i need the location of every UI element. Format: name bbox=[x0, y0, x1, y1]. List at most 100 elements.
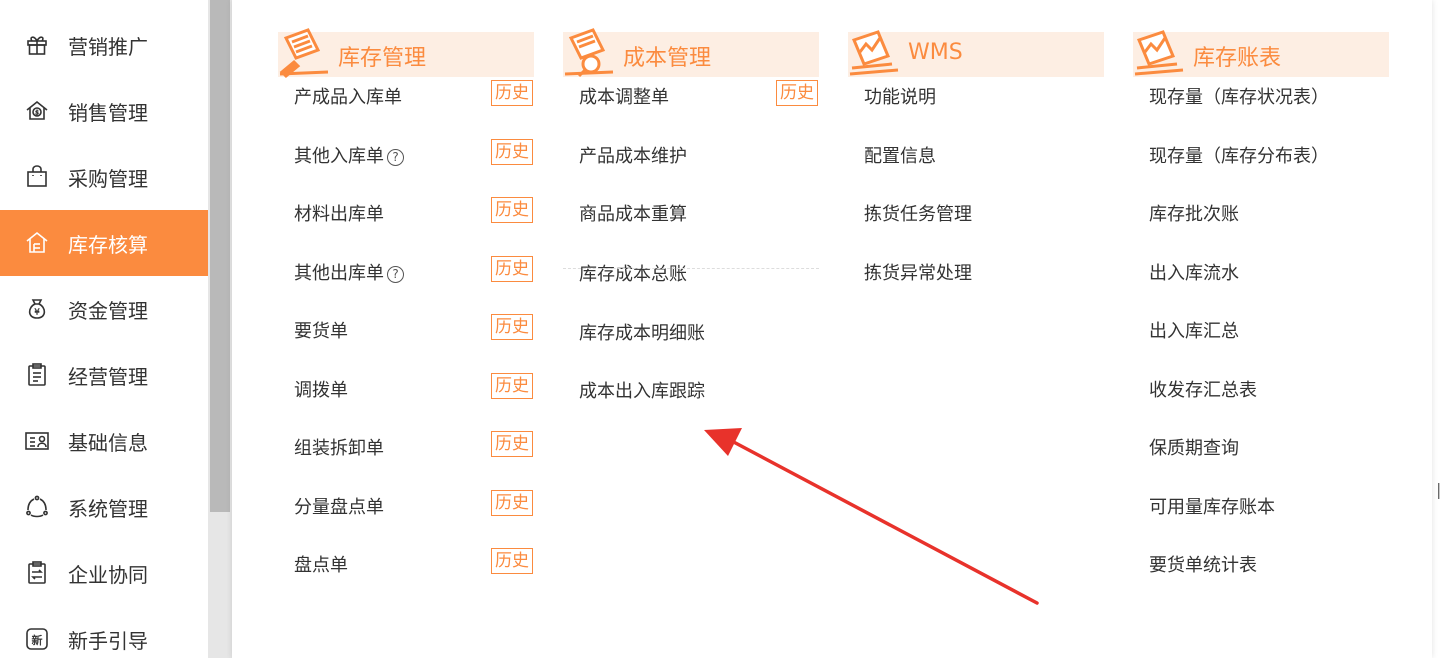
id-card-icon bbox=[24, 428, 50, 454]
menu-item-label: 产成品入库单 bbox=[294, 83, 402, 109]
menu-item-text: 收发存汇总表 bbox=[1149, 379, 1257, 401]
menu-item-label: 保质期查询 bbox=[1149, 434, 1239, 460]
menu-item-label: 分量盘点单 bbox=[294, 493, 384, 519]
menu-item[interactable]: 其他出库单? 历史 bbox=[278, 250, 534, 290]
sidebar-item-9[interactable]: 新 新手引导 bbox=[0, 606, 208, 658]
menu-item-text: 要货单 bbox=[294, 321, 348, 342]
sidebar-item-label: 新手引导 bbox=[68, 628, 148, 653]
menu-item-text: 盘点单 bbox=[294, 555, 348, 576]
history-button[interactable]: 历史 bbox=[491, 489, 533, 516]
svg-text:¥: ¥ bbox=[34, 308, 39, 317]
menu-item-label: 其他出库单? bbox=[294, 259, 404, 285]
history-button[interactable]: 历史 bbox=[491, 314, 533, 340]
sidebar-item-label: 基础信息 bbox=[68, 430, 148, 455]
svg-text:$: $ bbox=[35, 110, 39, 117]
menu-item-text: 出入库流水 bbox=[1149, 262, 1239, 284]
history-button[interactable]: 历史 bbox=[491, 138, 533, 165]
sidebar-item-1[interactable]: $ 销售管理 bbox=[0, 78, 208, 144]
menu-item[interactable]: 现存量（库存状况表） bbox=[1133, 74, 1389, 114]
menu-item[interactable]: 分量盘点单 历史 bbox=[278, 484, 534, 524]
menu-item[interactable]: 现存量（库存分布表） bbox=[1133, 133, 1389, 173]
help-icon[interactable]: ? bbox=[387, 265, 404, 283]
sidebar-item-2[interactable]: 采购管理 bbox=[0, 144, 208, 210]
menu-item[interactable]: 库存成本明细账 bbox=[563, 310, 819, 350]
menu-item-text: 其他入库单 bbox=[294, 145, 384, 167]
sidebar-item-7[interactable]: 系统管理 bbox=[0, 474, 208, 540]
menu-item[interactable]: 出入库汇总 bbox=[1133, 308, 1389, 348]
menu-item[interactable]: 调拨单 历史 bbox=[278, 367, 534, 407]
menu-item[interactable]: 其他入库单? 历史 bbox=[278, 133, 534, 173]
menu-item[interactable]: 拣货任务管理 bbox=[848, 191, 1104, 231]
menu-item[interactable]: 商品成本重算 bbox=[563, 191, 819, 231]
menu-item-label: 库存批次账 bbox=[1149, 200, 1239, 226]
column-header: 成本管理 bbox=[563, 28, 819, 78]
menu-item-label: 现存量（库存状况表） bbox=[1149, 83, 1329, 109]
menu-item[interactable]: 拣货异常处理 bbox=[848, 250, 1104, 290]
menu-item[interactable]: 可用量库存账本 bbox=[1133, 484, 1389, 524]
menu-column-0: 库存管理 产成品入库单 历史 其他入库单? 历史 材料出库单 历史 其他出库单? 历史 要货单 历史… bbox=[278, 28, 534, 576]
column-title: 库存管理 bbox=[338, 46, 427, 71]
menu-item[interactable]: 出入库流水 bbox=[1133, 250, 1389, 290]
history-button[interactable]: 历史 bbox=[491, 80, 533, 106]
history-button[interactable]: 历史 bbox=[491, 197, 533, 223]
menu-column-3: 库存账表现存量（库存状况表） 现存量（库存分布表） 库存批次账出入库流水出入库汇总收… bbox=[1133, 30, 1389, 576]
history-button[interactable]: 历史 bbox=[491, 372, 533, 399]
sidebar-item-label: 采购管理 bbox=[68, 166, 148, 191]
history-button[interactable]: 历史 bbox=[491, 255, 533, 282]
menu-item[interactable]: 成本出入库跟踪 bbox=[563, 368, 819, 408]
menu-item-text: 拣货异常处理 bbox=[864, 262, 972, 284]
menu-item[interactable]: 配置信息 bbox=[848, 133, 1104, 173]
sidebar-item-6[interactable]: 基础信息 bbox=[0, 408, 208, 474]
menu-item-text: 配置信息 bbox=[864, 145, 936, 167]
menu-column-2: WMS 功能说明配置信息拣货任务管理 拣货异常处理 bbox=[848, 30, 1104, 284]
sidebar-item-0[interactable]: 营销推广 bbox=[0, 12, 208, 78]
warehouse-icon bbox=[24, 230, 50, 256]
sidebar-item-3[interactable]: 库存核算 bbox=[0, 210, 208, 276]
menu-item-label: 出入库流水 bbox=[1149, 259, 1239, 285]
column-title: WMS bbox=[908, 40, 963, 65]
system-cycle-icon bbox=[24, 494, 50, 520]
sidebar-item-5[interactable]: 经营管理 bbox=[0, 342, 208, 408]
menu-item[interactable]: 盘点单 历史 bbox=[278, 542, 534, 582]
menu-item[interactable]: 组装拆卸单 历史 bbox=[278, 425, 534, 465]
menu-item[interactable]: 成本调整单 历史 bbox=[563, 74, 819, 114]
sidebar-item-8[interactable]: 企业协同 bbox=[0, 540, 208, 606]
menu-item-label: 功能说明 bbox=[864, 83, 936, 109]
menu-item-text: 现存量（库存状况表） bbox=[1149, 87, 1329, 108]
menu-item[interactable]: 功能说明 bbox=[848, 74, 1104, 114]
menu-item-text: 出入库汇总 bbox=[1149, 321, 1239, 342]
menu-item[interactable]: 库存批次账 bbox=[1133, 191, 1389, 231]
menu-divider bbox=[563, 268, 819, 269]
menu-item-label: 成本出入库跟踪 bbox=[579, 377, 705, 403]
menu-item-text: 拣货任务管理 bbox=[864, 204, 972, 225]
menu-item-label: 其他入库单? bbox=[294, 142, 404, 168]
sidebar-item-label: 系统管理 bbox=[68, 496, 148, 521]
menu-item[interactable]: 要货单统计表 bbox=[1133, 542, 1389, 582]
history-button[interactable]: 历史 bbox=[491, 548, 533, 574]
menu-item-text: 保质期查询 bbox=[1149, 438, 1239, 459]
history-button[interactable]: 历史 bbox=[491, 431, 533, 457]
clipboard-icon bbox=[24, 362, 50, 388]
menu-item-label: 要货单 bbox=[294, 317, 348, 343]
sidebar-scrollbar-thumb[interactable] bbox=[210, 0, 230, 512]
sidebar-item-4[interactable]: ¥ 资金管理 bbox=[0, 276, 208, 342]
menu-item[interactable]: 材料出库单 历史 bbox=[278, 191, 534, 231]
menu-item[interactable]: 产成品入库单 历史 bbox=[278, 74, 534, 114]
menu-item[interactable]: 要货单 历史 bbox=[278, 308, 534, 348]
menu-item-label: 现存量（库存分布表） bbox=[1149, 142, 1329, 168]
history-button[interactable]: 历史 bbox=[776, 80, 818, 106]
menu-item-label: 商品成本重算 bbox=[579, 200, 687, 226]
sidebar-item-label: 企业协同 bbox=[68, 562, 148, 587]
menu-item-text: 分量盘点单 bbox=[294, 496, 384, 518]
menu-item[interactable]: 保质期查询 bbox=[1133, 425, 1389, 465]
svg-text:新: 新 bbox=[32, 633, 43, 647]
menu-item-label: 要货单统计表 bbox=[1149, 551, 1257, 577]
menu-item[interactable]: 收发存汇总表 bbox=[1133, 367, 1389, 407]
help-icon[interactable]: ? bbox=[387, 148, 404, 166]
menu-item[interactable]: 产品成本维护 bbox=[563, 133, 819, 173]
sidebar: 营销推广 $ 销售管理 采购管理 库存核算 ¥ 资金管理 经营管理 基础信息 系统管理 企业协同新新… bbox=[0, 0, 208, 658]
column-title: 库存账表 bbox=[1193, 46, 1282, 71]
menu-column-1: 成本管理 成本调整单 历史 产品成本维护商品成本重算库存成本总账 库存成本明细账成本出入… bbox=[563, 28, 819, 402]
menu-item[interactable]: 库存成本总账 bbox=[563, 251, 819, 291]
sales-icon: $ bbox=[24, 98, 50, 124]
